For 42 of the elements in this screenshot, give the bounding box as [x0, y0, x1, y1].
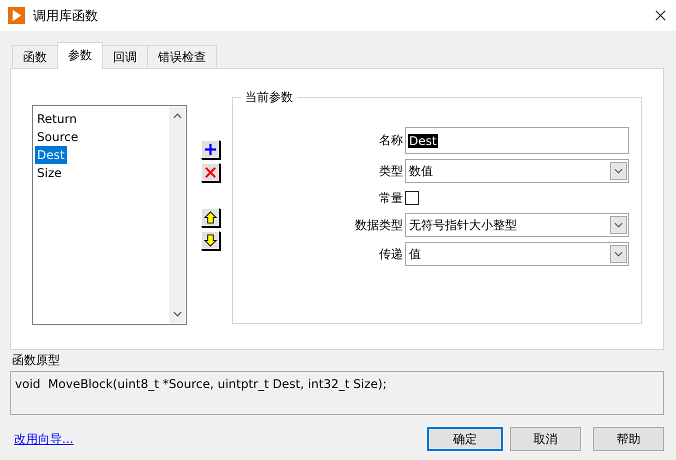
- window-title: 调用库函数: [33, 8, 99, 24]
- tab[interactable]: 错误检查: [147, 45, 217, 68]
- arrow-up-icon: [204, 211, 217, 224]
- dropdown[interactable]: 数值: [405, 159, 629, 183]
- dialog-button[interactable]: 确定: [427, 427, 503, 451]
- dropdown[interactable]: 无符号指针大小整型: [405, 213, 629, 237]
- field-label: 名称: [378, 132, 404, 149]
- prototype-label: 函数原型: [12, 352, 61, 368]
- move-down-button[interactable]: [201, 231, 220, 250]
- name-field[interactable]: Dest: [405, 127, 629, 154]
- tab[interactable]: 参数: [57, 42, 103, 69]
- delete-button[interactable]: [201, 163, 220, 182]
- play-icon: [8, 7, 25, 24]
- chevron-down-icon: [614, 168, 623, 174]
- list-item[interactable]: Return: [35, 110, 79, 128]
- field-label: 传递: [378, 246, 404, 262]
- dropdown[interactable]: 值: [405, 242, 629, 266]
- field-label: 数据类型: [354, 216, 404, 234]
- dialog-button[interactable]: 取消: [510, 427, 581, 451]
- list-item[interactable]: Dest: [35, 146, 67, 164]
- chevron-up-icon[interactable]: [172, 113, 182, 119]
- arrow-down-icon: [204, 234, 217, 247]
- scrollbar[interactable]: [169, 107, 185, 323]
- list-item[interactable]: Source: [35, 128, 80, 146]
- prototype-text: void MoveBlock(uint8_t *Source, uintptr_t Dest, int32_t Size);: [10, 371, 664, 415]
- chevron-down-icon: [614, 222, 623, 228]
- group-title: 当前参数: [241, 89, 297, 106]
- field-label: 类型: [378, 162, 404, 180]
- chevron-down-icon: [614, 251, 623, 257]
- wizard-link[interactable]: 改用向导...: [14, 430, 74, 448]
- chevron-down-icon[interactable]: [172, 311, 182, 317]
- close-icon[interactable]: [655, 10, 666, 21]
- move-up-button[interactable]: [201, 208, 220, 227]
- plus-icon: [204, 143, 217, 156]
- list-item[interactable]: Size: [35, 164, 64, 182]
- tab[interactable]: 函数: [12, 45, 58, 68]
- checkbox[interactable]: [405, 191, 419, 205]
- dialog-button[interactable]: 帮助: [593, 427, 664, 451]
- cross-icon: [204, 166, 217, 179]
- field-value: Dest: [408, 134, 438, 148]
- field-label: 常量: [378, 190, 404, 206]
- add-button[interactable]: [201, 140, 220, 159]
